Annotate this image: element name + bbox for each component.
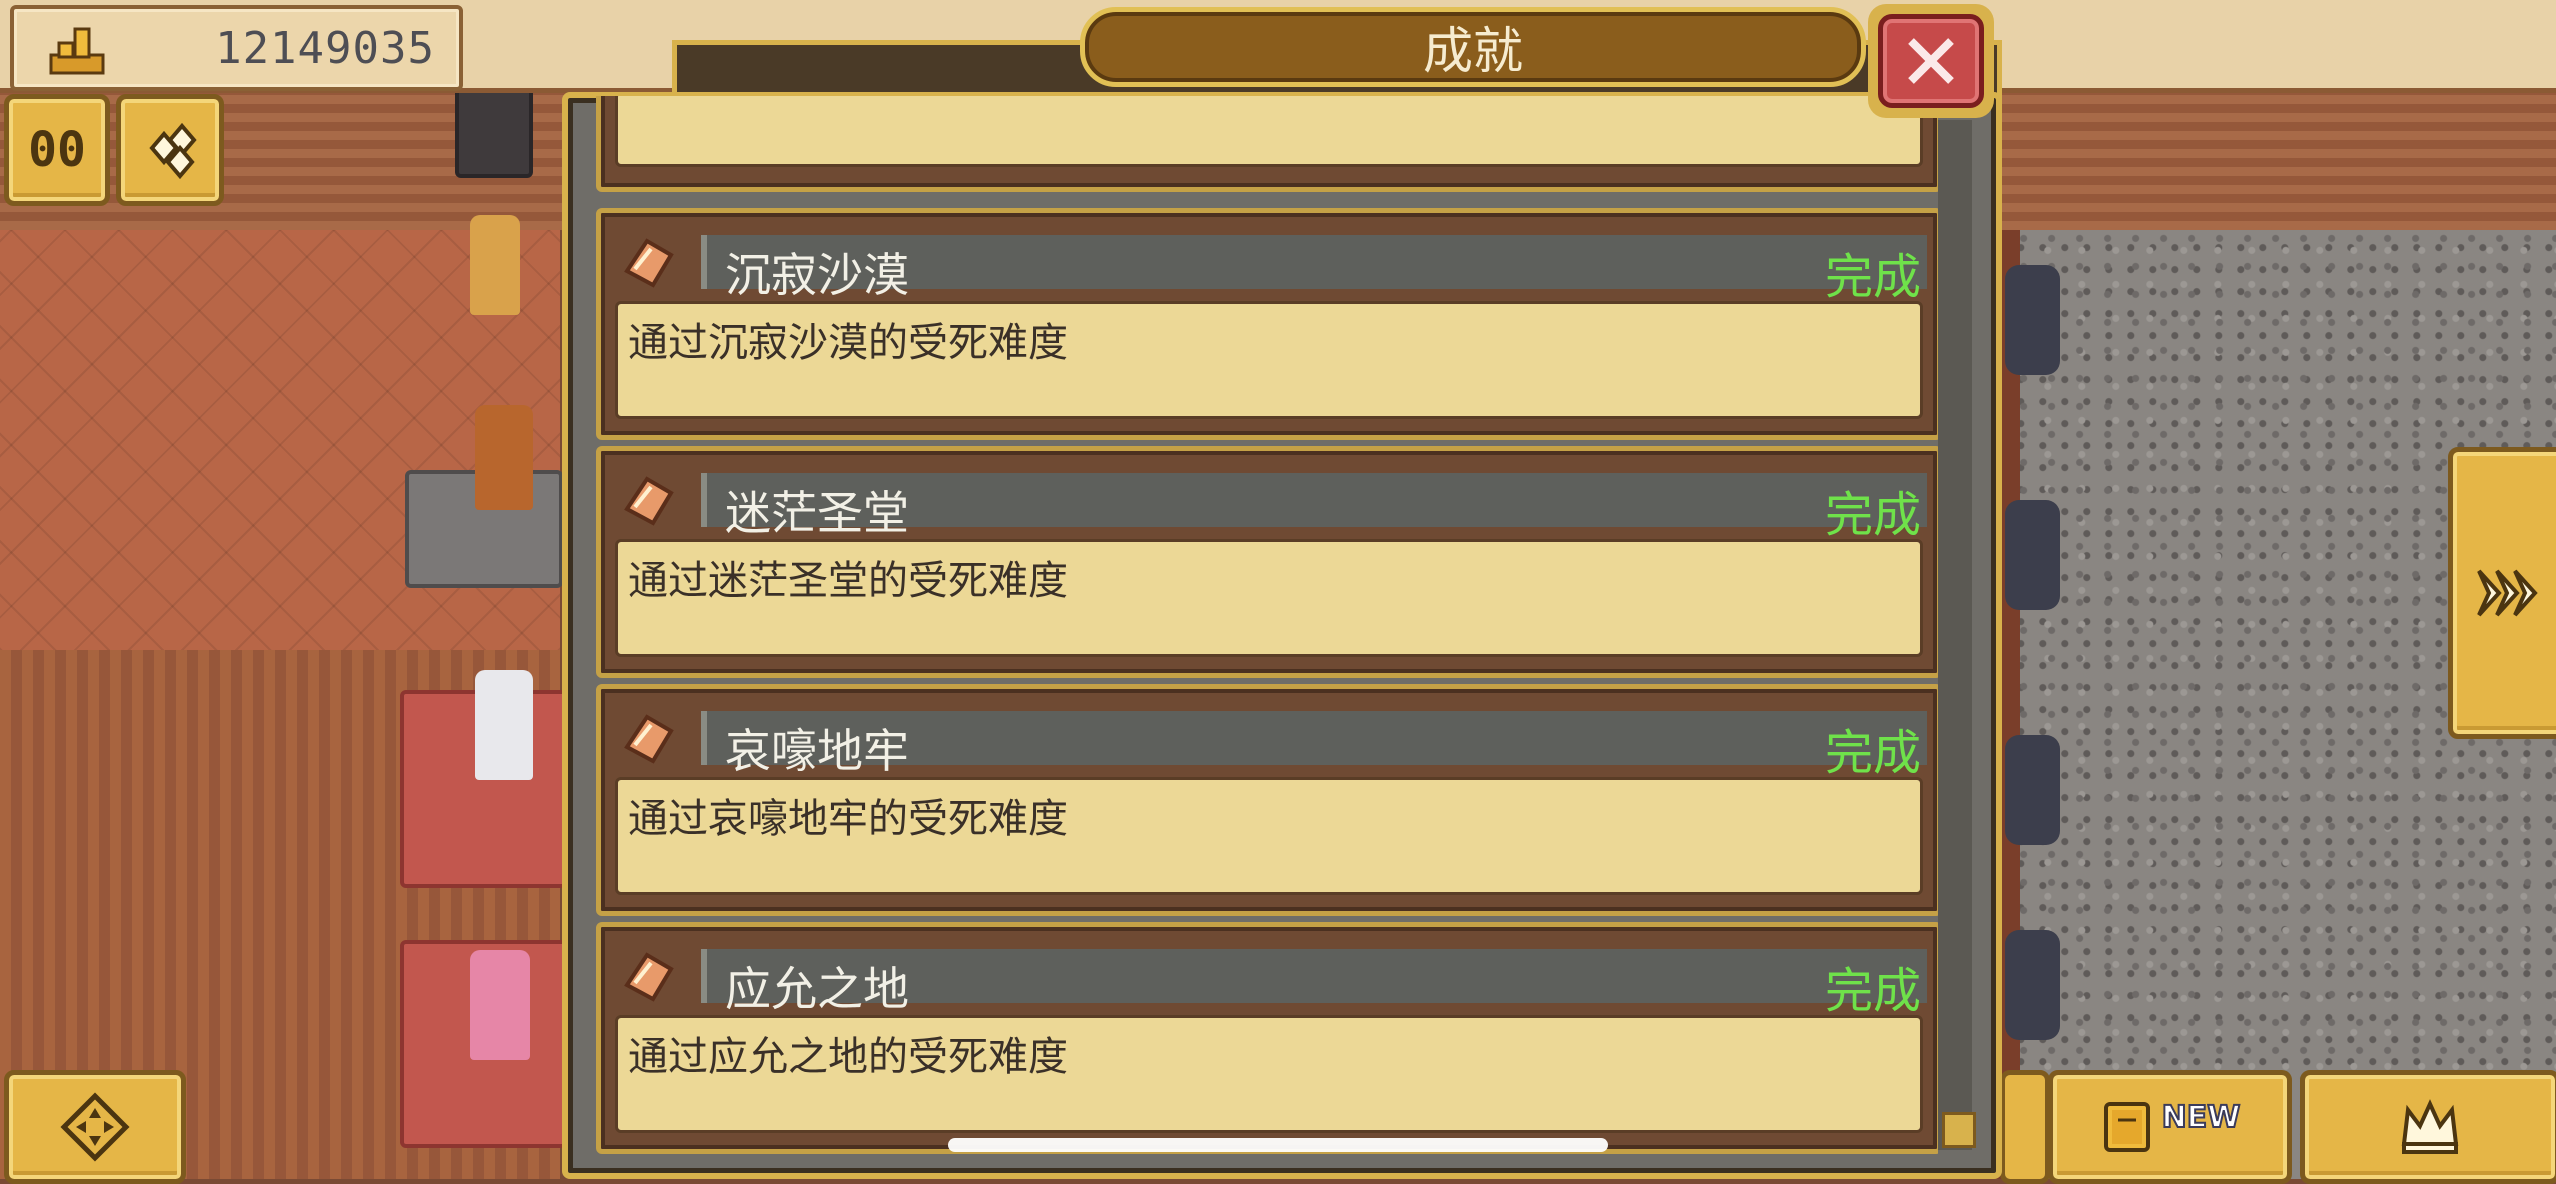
horse-sprite [2005,265,2060,375]
achievement-header: 应允之地 完成 [701,949,1927,1019]
gems-icon [149,122,197,180]
achievement-description: 通过迷茫圣堂的受死难度 [628,558,1068,604]
achievement-header: 沉寂沙漠 完成 [701,235,1927,305]
achievement-list[interactable]: 沉寂沙漠 完成 通过沉寂沙漠的受死难度 迷茫圣堂 完成 通过迷茫圣堂的受死难度 … [584,96,1938,1154]
achievement-description-box: 通过哀嚎地牢的受死难度 [615,777,1923,895]
scrollbar-thumb[interactable] [1942,1112,1976,1148]
fast-forward-icon [2477,569,2538,617]
horse-sprite [2005,930,2060,1040]
fast-forward-button[interactable] [2448,447,2556,739]
close-button[interactable] [1868,4,1994,118]
achievement-title: 沉寂沙漠 [725,248,909,302]
home-indicator[interactable] [948,1138,1608,1152]
npc-mage-sprite[interactable] [470,950,530,1060]
achievement-header: 哀嚎地牢 完成 [701,711,1927,781]
npc-blacksmith-sprite[interactable] [475,405,533,510]
move-button[interactable] [4,1070,186,1184]
achievement-card: 迷茫圣堂 完成 通过迷茫圣堂的受死难度 [596,446,1938,678]
npc-merchant-sprite[interactable] [470,215,520,315]
parchment-icon [624,714,674,764]
achievement-card: 应允之地 完成 通过应允之地的受死难度 [596,922,1938,1154]
achievement-description-box: 通过沉寂沙漠的受死难度 [615,301,1923,419]
hero-button[interactable] [2300,1070,2556,1184]
achievement-card-partial [596,96,1938,192]
achievement-title: 迷茫圣堂 [725,486,909,540]
achievement-title: 哀嚎地牢 [725,724,909,778]
gold-counter: 12149035 [10,5,463,91]
achievement-description: 通过哀嚎地牢的受死难度 [628,796,1068,842]
npc-priest-sprite[interactable] [475,670,533,780]
book-icon [2103,1102,2150,1152]
achievement-description: 通过沉寂沙漠的受死难度 [628,320,1068,366]
dialog-title: 成就 [1423,22,1523,80]
parchment-icon [624,952,674,1002]
achievement-header: 迷茫圣堂 完成 [701,473,1927,543]
gold-bars-icon [49,27,105,75]
achievement-description-box: 通过迷茫圣堂的受死难度 [615,539,1923,657]
parchment-icon [624,476,674,526]
pause-label: 00 [28,122,86,178]
parchment-icon [624,238,674,288]
close-x-icon [1908,38,1954,84]
achievement-description-box: 通过应允之地的受死难度 [615,1015,1923,1133]
horse-sprite [2005,500,2060,610]
horse-sprite [2005,735,2060,845]
achievement-card: 哀嚎地牢 完成 通过哀嚎地牢的受死难度 [596,684,1938,916]
gems-button[interactable] [116,94,224,206]
achievement-status: 完成 [1824,963,1921,1019]
dialog-title-bar: 成就 [1080,7,1866,87]
new-badge: NEW [2161,1099,2242,1136]
achievement-description-box [615,96,1923,167]
close-button-face [1878,14,1984,108]
dpad-icon [60,1092,130,1162]
menu-button-edge[interactable] [2000,1070,2050,1184]
achievement-status: 完成 [1824,487,1921,543]
pause-button[interactable]: 00 [4,94,110,206]
gold-amount: 12149035 [215,23,435,74]
achievement-card: 沉寂沙漠 完成 通过沉寂沙漠的受死难度 [596,208,1938,440]
journal-button[interactable]: NEW [2048,1070,2292,1184]
list-scrollbar[interactable] [1938,120,1972,1150]
crown-icon [2401,1099,2459,1154]
achievement-title: 应允之地 [725,962,909,1016]
achievement-status: 完成 [1824,725,1921,781]
achievement-status: 完成 [1824,249,1921,305]
achievement-description: 通过应允之地的受死难度 [628,1034,1068,1080]
